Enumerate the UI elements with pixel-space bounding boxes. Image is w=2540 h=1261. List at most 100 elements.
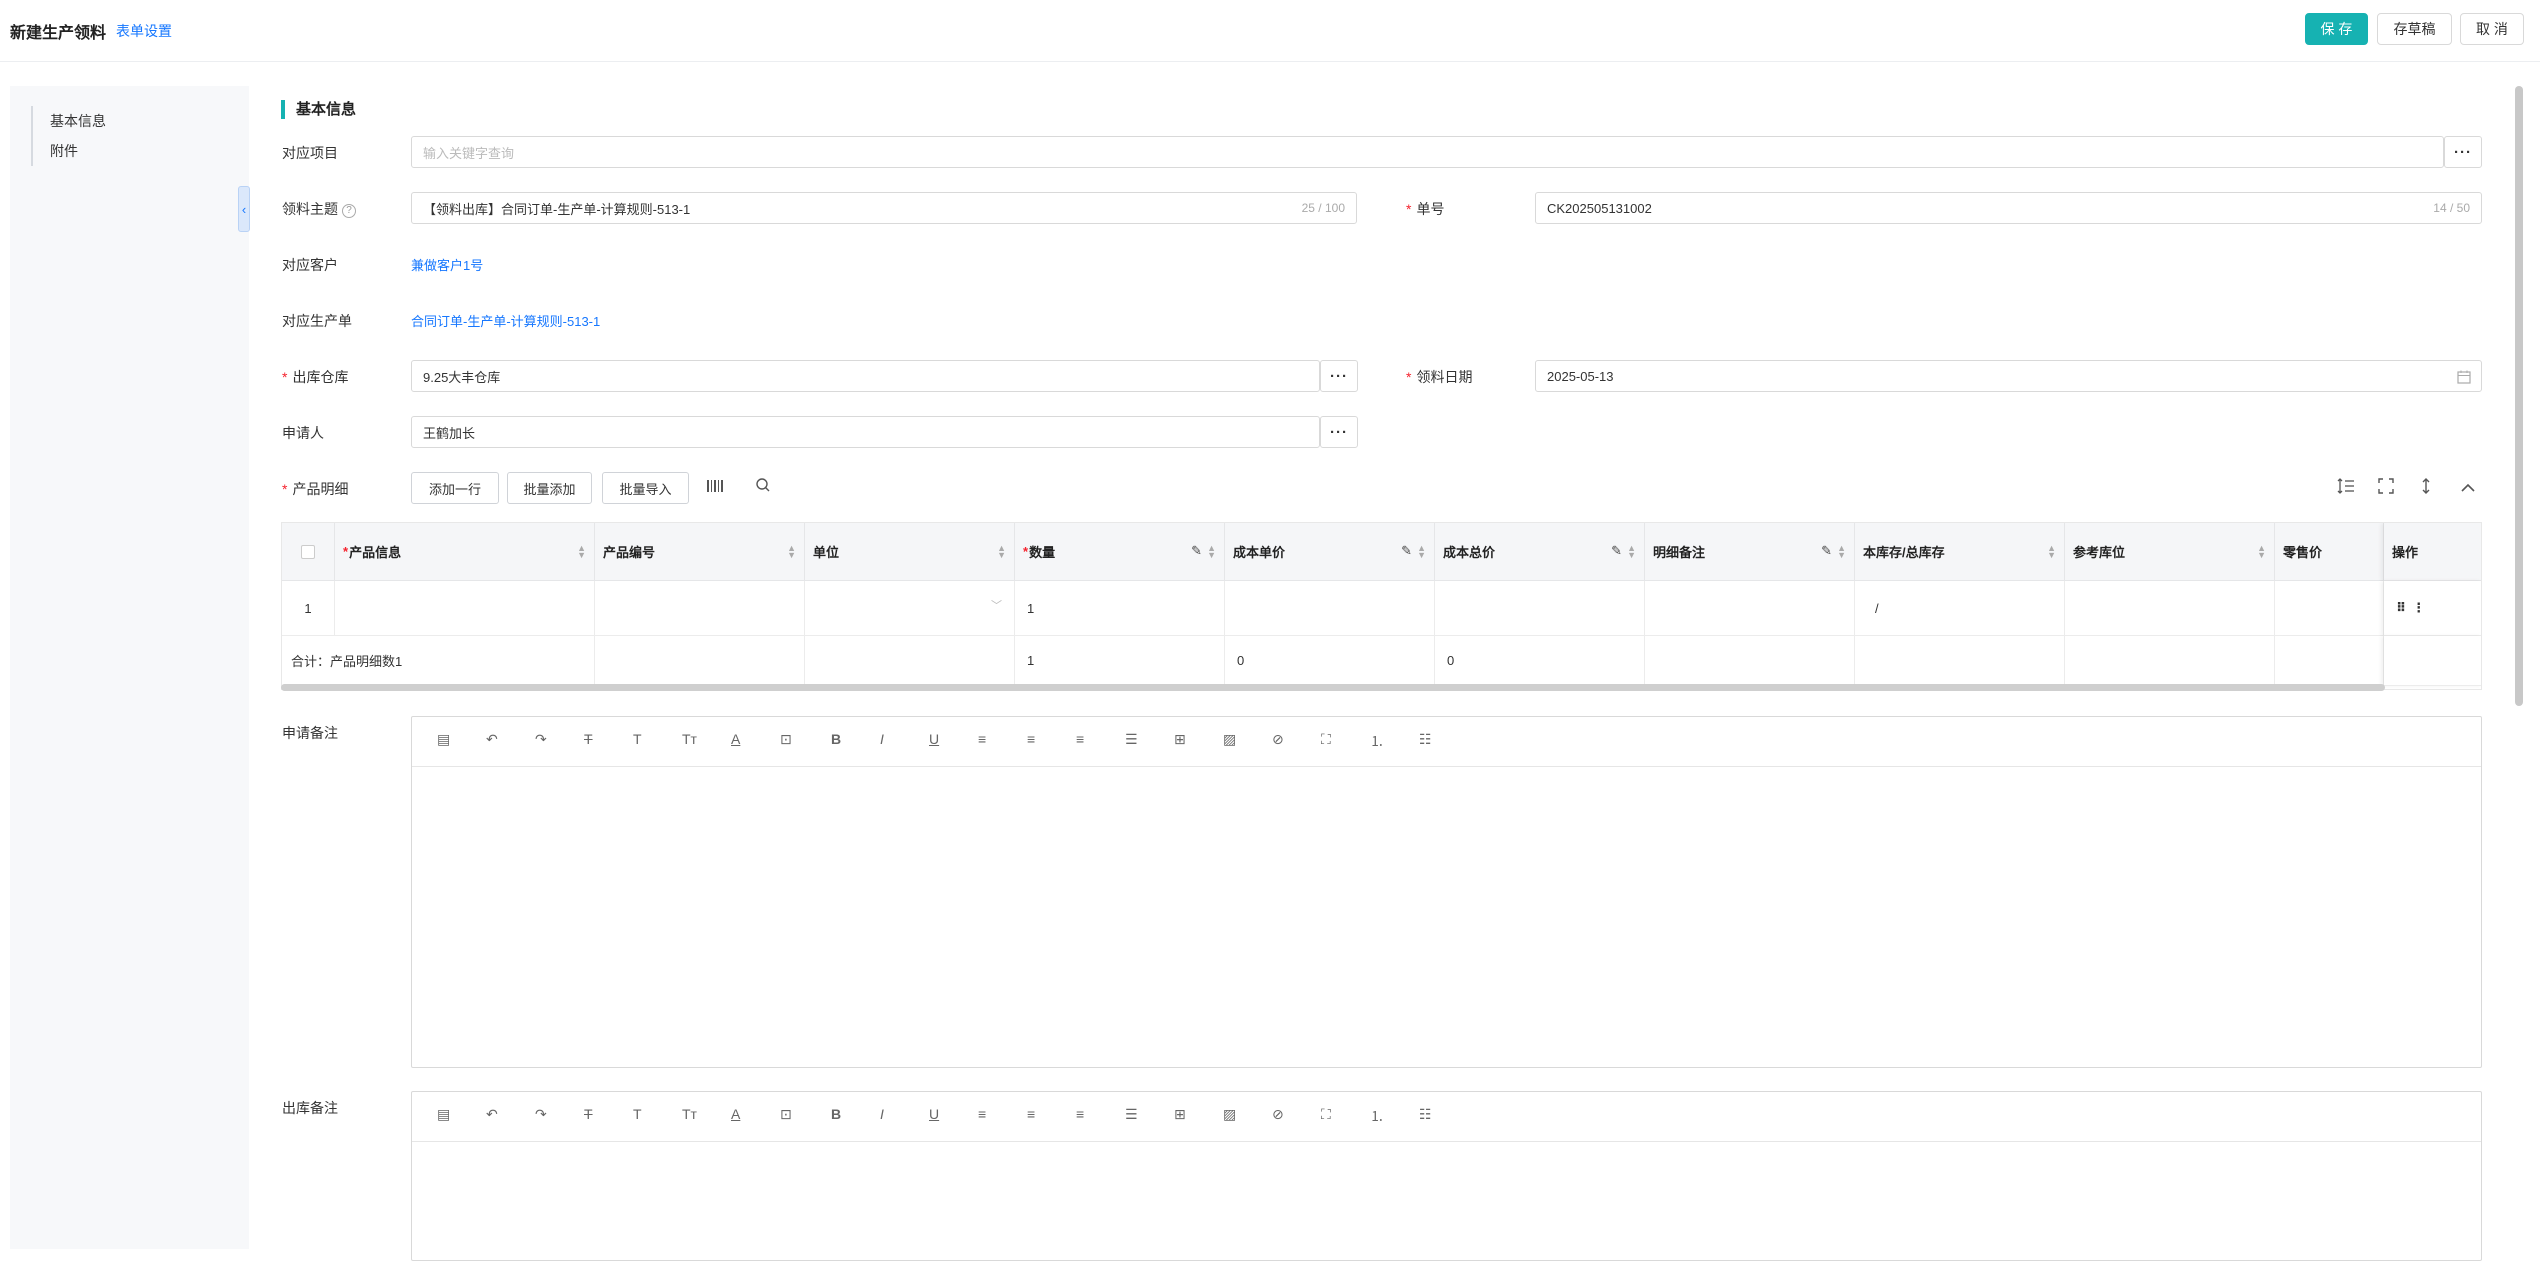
- more-vertical-icon[interactable]: ⋮: [2412, 600, 2425, 616]
- sort-icon[interactable]: ▲ ▼: [1417, 544, 1426, 560]
- italic-icon[interactable]: I: [880, 1106, 884, 1122]
- batch-add-button[interactable]: 批量添加: [507, 472, 592, 504]
- total-cost-cell[interactable]: [1435, 581, 1645, 636]
- font-size-icon[interactable]: T: [633, 731, 642, 747]
- edit-icon[interactable]: ✎: [1611, 543, 1622, 559]
- sidebar-item-attachments[interactable]: 附件: [50, 136, 106, 166]
- sort-icon[interactable]: ▲ ▼: [1837, 544, 1846, 560]
- justify-icon[interactable]: ☰: [1125, 731, 1138, 748]
- sort-icon[interactable]: ▲ ▼: [2257, 544, 2266, 560]
- batch-import-button[interactable]: 批量导入: [602, 472, 689, 504]
- strikethrough-icon[interactable]: T: [584, 1106, 593, 1122]
- project-search-input[interactable]: 输入关键字查询: [411, 136, 2444, 168]
- drag-handle-icon[interactable]: ⠿: [2396, 600, 2406, 616]
- warehouse-input[interactable]: 9.25大丰仓库: [411, 360, 1320, 392]
- expand-vertical-icon[interactable]: [2420, 478, 2432, 499]
- bold-icon[interactable]: B: [831, 1106, 841, 1122]
- image-icon[interactable]: ▨: [1223, 1106, 1236, 1123]
- sort-icon[interactable]: ▲ ▼: [577, 544, 586, 560]
- unit-select-cell[interactable]: ﹀: [805, 581, 1015, 636]
- table-horizontal-scrollbar[interactable]: [281, 684, 2385, 691]
- attachment-icon[interactable]: ⊘: [1272, 1106, 1284, 1123]
- sort-icon[interactable]: ▲ ▼: [2047, 544, 2056, 560]
- unordered-list-icon[interactable]: ☷: [1419, 1106, 1432, 1123]
- undo-icon[interactable]: ↶: [486, 1106, 498, 1123]
- fullscreen-editor-icon[interactable]: ⛶: [1321, 731, 1331, 748]
- date-input[interactable]: 2025-05-13: [1535, 360, 2482, 392]
- column-header-product-info[interactable]: * 产品信息 ▲ ▼: [335, 523, 595, 581]
- font-color-icon[interactable]: A: [731, 1106, 740, 1122]
- align-center-icon[interactable]: ≡: [1027, 731, 1035, 747]
- edit-icon[interactable]: ✎: [1191, 543, 1202, 559]
- bold-icon[interactable]: B: [831, 731, 841, 747]
- text-size-icon[interactable]: Tт: [682, 1106, 697, 1122]
- column-header-unit[interactable]: 单位 ▲ ▼: [805, 523, 1015, 581]
- subject-input[interactable]: 【领料出库】合同订单-生产单-计算规则-513-1 25 / 100: [411, 192, 1357, 224]
- apply-remark-editor[interactable]: ▤ ↶ ↷ T T Tт A ⊡ B I U ≡ ≡ ≡ ☰ ⊞ ▨ ⊘ ⛶ ⒈…: [411, 716, 2482, 1068]
- strikethrough-icon[interactable]: T: [584, 731, 593, 747]
- collapse-sidebar-icon[interactable]: ‹: [238, 186, 250, 232]
- background-color-icon[interactable]: ⊡: [780, 1106, 792, 1123]
- add-row-button[interactable]: 添加一行: [411, 472, 499, 504]
- font-size-icon[interactable]: T: [633, 1106, 642, 1122]
- fullscreen-icon[interactable]: [2378, 478, 2394, 499]
- unit-cost-cell[interactable]: [1225, 581, 1435, 636]
- redo-icon[interactable]: ↷: [535, 1106, 547, 1123]
- select-all-checkbox[interactable]: [301, 544, 315, 559]
- sidebar-item-basic-info[interactable]: 基本信息: [50, 106, 106, 136]
- column-header-unit-cost[interactable]: 成本单价 ✎ ▲ ▼: [1225, 523, 1435, 581]
- attachment-icon[interactable]: ⊘: [1272, 731, 1284, 748]
- column-header-quantity[interactable]: * 数量 ✎ ▲ ▼: [1015, 523, 1225, 581]
- format-icon[interactable]: ▤: [437, 731, 450, 748]
- sort-icon[interactable]: ▲ ▼: [1207, 544, 1216, 560]
- align-right-icon[interactable]: ≡: [1076, 731, 1084, 747]
- row-height-icon[interactable]: [2337, 478, 2355, 499]
- unordered-list-icon[interactable]: ☷: [1419, 731, 1432, 748]
- fullscreen-editor-icon[interactable]: ⛶: [1321, 1106, 1331, 1123]
- project-more-button[interactable]: ···: [2444, 136, 2482, 168]
- image-icon[interactable]: ▨: [1223, 731, 1236, 748]
- warehouse-more-button[interactable]: ···: [1320, 360, 1358, 392]
- search-icon[interactable]: [755, 477, 771, 498]
- applicant-more-button[interactable]: ···: [1320, 416, 1358, 448]
- background-color-icon[interactable]: ⊡: [780, 731, 792, 748]
- underline-icon[interactable]: U: [929, 731, 939, 747]
- help-icon[interactable]: ?: [342, 204, 356, 218]
- sort-icon[interactable]: ▲ ▼: [787, 544, 796, 560]
- page-vertical-scrollbar[interactable]: [2515, 86, 2523, 706]
- barcode-icon[interactable]: [706, 479, 724, 498]
- column-header-ref-location[interactable]: 参考库位 ▲ ▼: [2065, 523, 2275, 581]
- align-left-icon[interactable]: ≡: [978, 731, 986, 747]
- sort-icon[interactable]: ▲ ▼: [997, 544, 1006, 560]
- font-color-icon[interactable]: A: [731, 731, 740, 747]
- applicant-input[interactable]: 王鹤加长: [411, 416, 1320, 448]
- sort-icon[interactable]: ▲ ▼: [1627, 544, 1636, 560]
- chevron-up-icon[interactable]: [2460, 480, 2476, 498]
- column-header-product-code[interactable]: 产品编号 ▲ ▼: [595, 523, 805, 581]
- redo-icon[interactable]: ↷: [535, 731, 547, 748]
- align-center-icon[interactable]: ≡: [1027, 1106, 1035, 1122]
- cancel-button[interactable]: 取 消: [2460, 13, 2524, 45]
- column-header-stock[interactable]: 本库存/总库存 ▲ ▼: [1855, 523, 2065, 581]
- detail-remark-cell[interactable]: [1645, 581, 1855, 636]
- italic-icon[interactable]: I: [880, 731, 884, 747]
- order-no-input[interactable]: CK202505131002 14 / 50: [1535, 192, 2482, 224]
- text-size-icon[interactable]: Tт: [682, 731, 697, 747]
- outbound-remark-editor[interactable]: ▤ ↶ ↷ T T Tт A ⊡ B I U ≡ ≡ ≡ ☰ ⊞ ▨ ⊘ ⛶ ⒈…: [411, 1091, 2482, 1261]
- align-right-icon[interactable]: ≡: [1076, 1106, 1084, 1122]
- edit-icon[interactable]: ✎: [1821, 543, 1832, 559]
- table-icon[interactable]: ⊞: [1174, 731, 1186, 748]
- ordered-list-icon[interactable]: ⒈: [1370, 1106, 1384, 1126]
- align-left-icon[interactable]: ≡: [978, 1106, 986, 1122]
- save-button[interactable]: 保 存: [2305, 13, 2368, 45]
- ordered-list-icon[interactable]: ⒈: [1370, 731, 1384, 751]
- save-draft-button[interactable]: 存草稿: [2377, 13, 2452, 45]
- product-info-cell[interactable]: [335, 581, 595, 636]
- edit-icon[interactable]: ✎: [1401, 543, 1412, 559]
- underline-icon[interactable]: U: [929, 1106, 939, 1122]
- format-icon[interactable]: ▤: [437, 1106, 450, 1123]
- customer-link[interactable]: 兼做客户1号: [411, 255, 483, 274]
- undo-icon[interactable]: ↶: [486, 731, 498, 748]
- column-header-detail-remark[interactable]: 明细备注 ✎ ▲ ▼: [1645, 523, 1855, 581]
- table-icon[interactable]: ⊞: [1174, 1106, 1186, 1123]
